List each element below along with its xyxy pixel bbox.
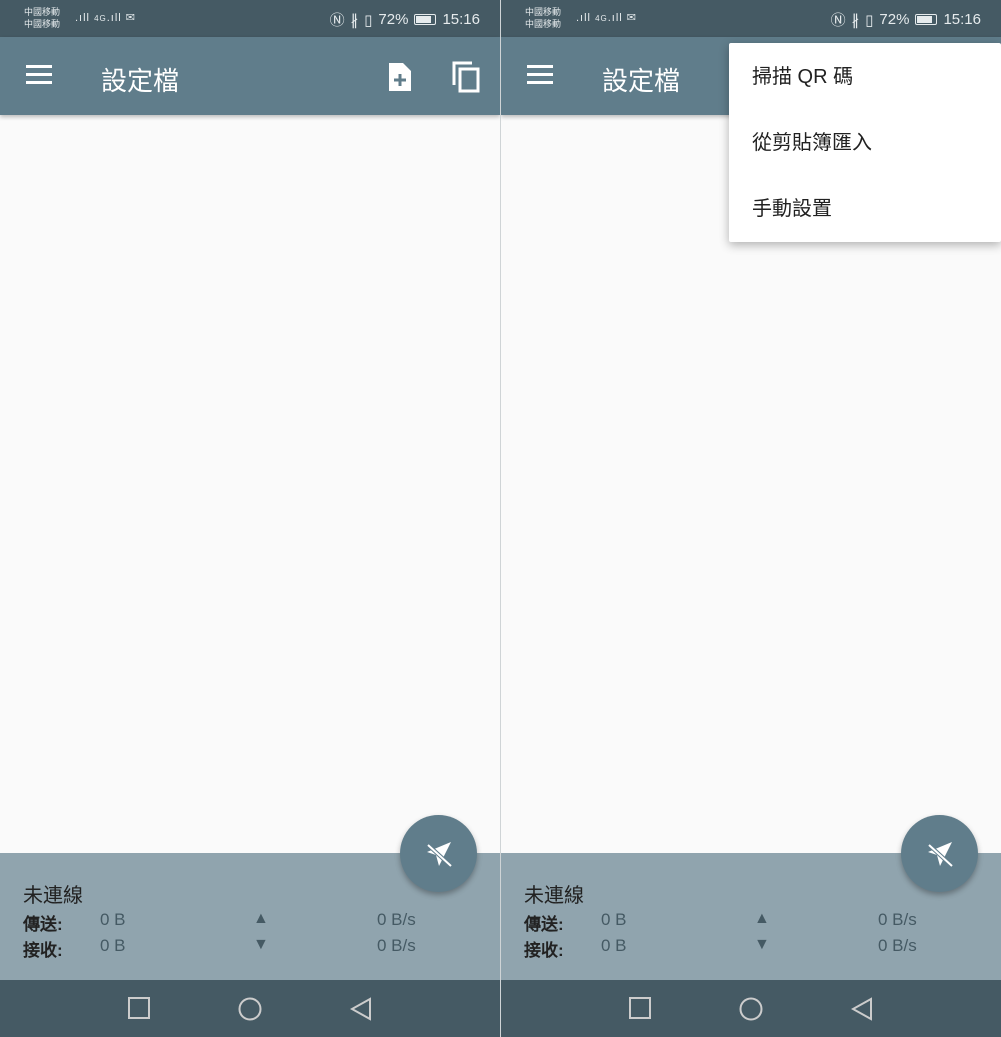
sent-label: 傳送: bbox=[23, 915, 63, 934]
clock: 15:16 bbox=[943, 11, 981, 28]
plane-off-icon bbox=[425, 841, 452, 867]
battery-percent: 72% bbox=[378, 11, 409, 28]
vibrate-icon: ▯ bbox=[865, 11, 874, 29]
menu-item-scan-qr[interactable]: 掃描 QR 碼 bbox=[729, 44, 1001, 110]
file-add-icon[interactable] bbox=[386, 61, 414, 93]
sent-rate: 0 B/s bbox=[377, 910, 416, 929]
status-bar: 中國移動 中國移動 .ıll 4G.ıll ✉ Ⓝ ∦ ▯ 72% 15:16 bbox=[0, 0, 500, 37]
plane-off-icon bbox=[926, 841, 953, 867]
status-bar: 中國移動 中國移動 .ıll 4G.ıll ✉ Ⓝ ∦ ▯ 72% 15:16 bbox=[501, 0, 1001, 37]
recv-label: 接收: bbox=[524, 941, 564, 960]
nfc-icon: Ⓝ bbox=[830, 12, 846, 29]
hamburger-icon[interactable] bbox=[527, 65, 553, 85]
carrier-2: 中國移動 bbox=[24, 19, 61, 29]
recv-rate: 0 B/s bbox=[878, 936, 917, 955]
carrier-info: 中國移動 中國移動 bbox=[525, 6, 561, 30]
down-arrow-icon: ▼ bbox=[754, 936, 770, 953]
screen-profiles: 中國移動 中國移動 .ıll 4G.ıll ✉ Ⓝ ∦ ▯ 72% 15:16 設定檔 未… bbox=[0, 0, 500, 1037]
recv-value: 0 B bbox=[601, 936, 627, 955]
menu-item-import-clipboard[interactable]: 從剪貼簿匯入 bbox=[729, 110, 1001, 176]
home-icon[interactable] bbox=[238, 997, 262, 1021]
hamburger-icon[interactable] bbox=[26, 65, 52, 85]
recv-rate: 0 B/s bbox=[377, 936, 416, 955]
network-type: 4G bbox=[94, 14, 107, 23]
recv-label: 接收: bbox=[23, 941, 63, 960]
sent-value: 0 B bbox=[601, 910, 627, 929]
home-icon[interactable] bbox=[739, 997, 763, 1021]
recents-icon[interactable] bbox=[128, 997, 150, 1019]
back-icon[interactable] bbox=[350, 997, 372, 1021]
connect-fab[interactable] bbox=[400, 815, 477, 892]
carrier-info: 中國移動 中國移動 bbox=[24, 6, 60, 30]
up-arrow-icon: ▲ bbox=[754, 910, 770, 927]
sent-label: 傳送: bbox=[524, 915, 564, 934]
recents-icon[interactable] bbox=[629, 997, 651, 1019]
back-icon[interactable] bbox=[851, 997, 873, 1021]
battery-percent: 72% bbox=[879, 11, 910, 28]
bluetooth-icon: ∦ bbox=[350, 11, 359, 29]
down-arrow-icon: ▼ bbox=[253, 936, 269, 953]
system-nav-bar bbox=[501, 980, 1001, 1037]
clock: 15:16 bbox=[442, 11, 480, 28]
nfc-icon: Ⓝ bbox=[329, 12, 345, 29]
system-nav-bar bbox=[0, 980, 500, 1037]
sent-value: 0 B bbox=[100, 910, 126, 929]
screen-profiles-menu-open: 中國移動 中國移動 .ıll 4G.ıll ✉ Ⓝ ∦ ▯ 72% 15:16 設定檔 掃… bbox=[501, 0, 1001, 1037]
page-title: 設定檔 bbox=[101, 66, 180, 96]
sent-rate: 0 B/s bbox=[878, 910, 917, 929]
carrier-1: 中國移動 bbox=[525, 7, 562, 17]
battery-icon bbox=[414, 14, 437, 25]
signal-icon: .ıll 4G.ıll ✉ bbox=[75, 12, 137, 24]
connection-state: 未連線 bbox=[524, 885, 584, 907]
add-profile-menu: 掃描 QR 碼 從剪貼簿匯入 手動設置 bbox=[729, 43, 1001, 242]
signal-icon: .ıll 4G.ıll ✉ bbox=[576, 12, 638, 24]
page-title: 設定檔 bbox=[602, 66, 681, 96]
recv-value: 0 B bbox=[100, 936, 126, 955]
connect-fab[interactable] bbox=[901, 815, 978, 892]
bluetooth-icon: ∦ bbox=[851, 11, 860, 29]
vibrate-icon: ▯ bbox=[364, 11, 373, 29]
connection-state: 未連線 bbox=[23, 885, 83, 907]
up-arrow-icon: ▲ bbox=[253, 910, 269, 927]
copy-icon[interactable] bbox=[452, 61, 480, 93]
carrier-2: 中國移動 bbox=[525, 19, 562, 29]
battery-icon bbox=[915, 14, 938, 25]
menu-item-manual-setup[interactable]: 手動設置 bbox=[729, 176, 1001, 242]
carrier-1: 中國移動 bbox=[24, 7, 61, 17]
app-toolbar: 設定檔 bbox=[0, 37, 500, 115]
network-type: 4G bbox=[595, 14, 608, 23]
